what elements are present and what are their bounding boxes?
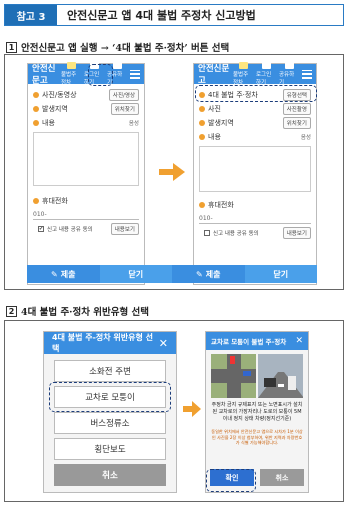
- location-row: 발생지역 위치찾기: [28, 102, 144, 116]
- content-row: 내용 음성: [28, 116, 144, 130]
- bullet-icon: [199, 134, 205, 140]
- agree-row: ✔ 신고 내용 공유 동의 내용보기: [28, 221, 144, 237]
- app-title: 안전신문고: [198, 64, 230, 86]
- reference-tag: 참고 3: [5, 5, 57, 25]
- view-content-button[interactable]: 내용보기: [110, 223, 139, 235]
- arrow-right-icon: [183, 401, 201, 417]
- step-2-caption: 2 4대 불법 주·정차 위반유형 선택: [6, 304, 149, 318]
- login-button[interactable]: 로그인하기: [256, 62, 276, 86]
- location-label: 발생지역: [42, 105, 68, 113]
- dialog-header: 4대 불법 주-정차 위반유형 선택 ✕: [44, 332, 176, 354]
- cancel-button[interactable]: 취소: [260, 469, 304, 486]
- phone-input[interactable]: 010-: [199, 213, 311, 224]
- menu-icon[interactable]: [130, 69, 140, 79]
- section-title: 안전신문고 앱 4대 불법 주정차 신고방법: [67, 9, 256, 22]
- agree-checkbox[interactable]: [204, 230, 210, 236]
- share-icon: [112, 62, 122, 69]
- street-photo-image: [258, 354, 303, 398]
- share-icon: [284, 62, 294, 69]
- step-number: 1: [6, 41, 17, 53]
- photo-row: 사진/동영상 사진/영상: [28, 88, 144, 102]
- intersection-diagram-image: [211, 354, 256, 398]
- app-bar: 안전신문고 불법주정차 로그인하기 공유하기: [194, 62, 316, 86]
- find-location-button[interactable]: 위치찾기: [110, 103, 139, 115]
- submit-icon: ✎: [51, 269, 58, 279]
- step-2-box: 4대 불법 주-정차 위반유형 선택 ✕ 소화전 주변 교차로 모퉁이 버스정류…: [4, 320, 344, 502]
- section-header: 참고 3 안전신문고 앱 4대 불법 주정차 신고방법: [4, 4, 344, 26]
- cancel-button[interactable]: 취소: [54, 464, 166, 486]
- arrow-right-icon: [159, 163, 185, 181]
- close-icon[interactable]: ✕: [159, 337, 168, 350]
- bottom-bar: ✎ 제출 닫기 ✎ 제출 닫기: [27, 265, 317, 283]
- bullet-icon: [33, 120, 39, 126]
- photo-label: 사진/동영상: [42, 91, 77, 99]
- highlight-confirm-button: [206, 469, 256, 492]
- step-text: 4대 불법 주·정차 위반유형 선택: [21, 307, 150, 318]
- dialog-header: 교차로 모퉁이 불법 주-정차 ✕: [206, 332, 308, 350]
- dialog-title: 교차로 모퉁이 불법 주-정차: [211, 338, 287, 346]
- step-number: 2: [6, 305, 17, 317]
- bullet-icon: [33, 92, 39, 98]
- bullet-icon: [199, 106, 205, 112]
- violation-type-dialog: 4대 불법 주-정차 위반유형 선택 ✕ 소화전 주변 교차로 모퉁이 버스정류…: [43, 331, 177, 493]
- app-title: 안전신문고: [32, 64, 56, 86]
- step-1-caption: 1 안전신문고 앱 실행 → ‘4대 불법 주·정차’ 버튼 선택: [6, 40, 229, 54]
- phone-label: 휴대전화: [208, 201, 234, 209]
- location-row: 발생지역 위치찾기: [194, 116, 316, 130]
- example-photos: [211, 354, 303, 398]
- step-1-box: 안전신문고 불법주정차 로그인하기 공유하기 사진/동영상 사진/영상 발생지역…: [4, 54, 344, 290]
- find-location-button[interactable]: 위치찾기: [282, 117, 311, 129]
- phone-row: 휴대전화: [28, 194, 144, 208]
- agree-row: 신고 내용 공유 동의 내용보기: [194, 225, 316, 241]
- login-icon: [261, 62, 271, 69]
- photo-button[interactable]: 사진/영상: [108, 89, 139, 101]
- view-content-button[interactable]: 내용보기: [282, 227, 311, 239]
- content-textarea[interactable]: [199, 146, 311, 192]
- bullet-icon: [33, 198, 39, 204]
- car-icon: [66, 62, 76, 69]
- take-photo-button[interactable]: 사진촬영: [282, 103, 311, 115]
- close-button[interactable]: 닫기: [99, 265, 172, 283]
- bullet-icon: [199, 120, 205, 126]
- car-icon: [238, 62, 248, 69]
- bullet-icon: [199, 202, 205, 208]
- illegal-parking-button[interactable]: 불법주정차: [233, 62, 253, 86]
- phone-label: 휴대전화: [42, 197, 68, 205]
- photo-row: 사진 사진촬영: [194, 102, 316, 116]
- photo-label: 사진: [208, 105, 221, 113]
- agree-checkbox[interactable]: ✔: [38, 226, 44, 232]
- phone-row: 휴대전화: [194, 198, 316, 212]
- close-button-2[interactable]: 닫기: [244, 265, 317, 283]
- content-row: 내용 음성: [194, 130, 316, 144]
- agree-label: 신고 내용 공유 동의: [213, 231, 259, 237]
- option-bus-stop[interactable]: 버스정류소: [54, 412, 166, 434]
- app-bar: 안전신문고 불법주정차 로그인하기 공유하기: [28, 62, 144, 86]
- submit-button[interactable]: ✎ 제출: [27, 265, 100, 283]
- bullet-icon: [33, 106, 39, 112]
- phone-input[interactable]: 010-: [33, 209, 139, 220]
- illegal-parking-button[interactable]: 불법주정차: [61, 62, 81, 86]
- menu-icon[interactable]: [302, 69, 312, 79]
- highlight-intersection-option: [49, 382, 171, 412]
- voice-hint[interactable]: 음성: [129, 119, 139, 127]
- dialog-title: 4대 불법 주-정차 위반유형 선택: [52, 333, 153, 353]
- step-text: 안전신문고 앱 실행 → ‘4대 불법 주·정차’ 버튼 선택: [21, 43, 230, 54]
- highlight-illegal-parking: [88, 64, 113, 86]
- content-label: 내용: [42, 119, 55, 127]
- location-label: 발생지역: [208, 119, 234, 127]
- close-icon[interactable]: ✕: [295, 336, 303, 346]
- option-fire-hydrant[interactable]: 소화전 주변: [54, 360, 166, 382]
- submit-icon: ✎: [196, 269, 203, 279]
- violation-description: 주정차 금지 규제표지 또는 노면표시가 설치된 교차로의 가장자리나 도로의 …: [211, 402, 303, 422]
- agree-label: 신고 내용 공유 동의: [47, 227, 93, 233]
- voice-hint[interactable]: 음성: [301, 133, 311, 141]
- content-label: 내용: [208, 133, 221, 141]
- app-screen-before: 안전신문고 불법주정차 로그인하기 공유하기 사진/동영상 사진/영상 발생지역…: [27, 62, 145, 285]
- content-textarea[interactable]: [33, 132, 139, 186]
- share-button[interactable]: 공유하기: [279, 62, 299, 86]
- submit-button-2[interactable]: ✎ 제출: [172, 265, 245, 283]
- option-crosswalk[interactable]: 횡단보도: [54, 438, 166, 460]
- highlight-violation-type: [195, 85, 317, 102]
- requirement-note: 동일한 위치에서 안전신문고 앱으로 시차가 1분 이상인 사진을 2장 이상 …: [211, 429, 303, 446]
